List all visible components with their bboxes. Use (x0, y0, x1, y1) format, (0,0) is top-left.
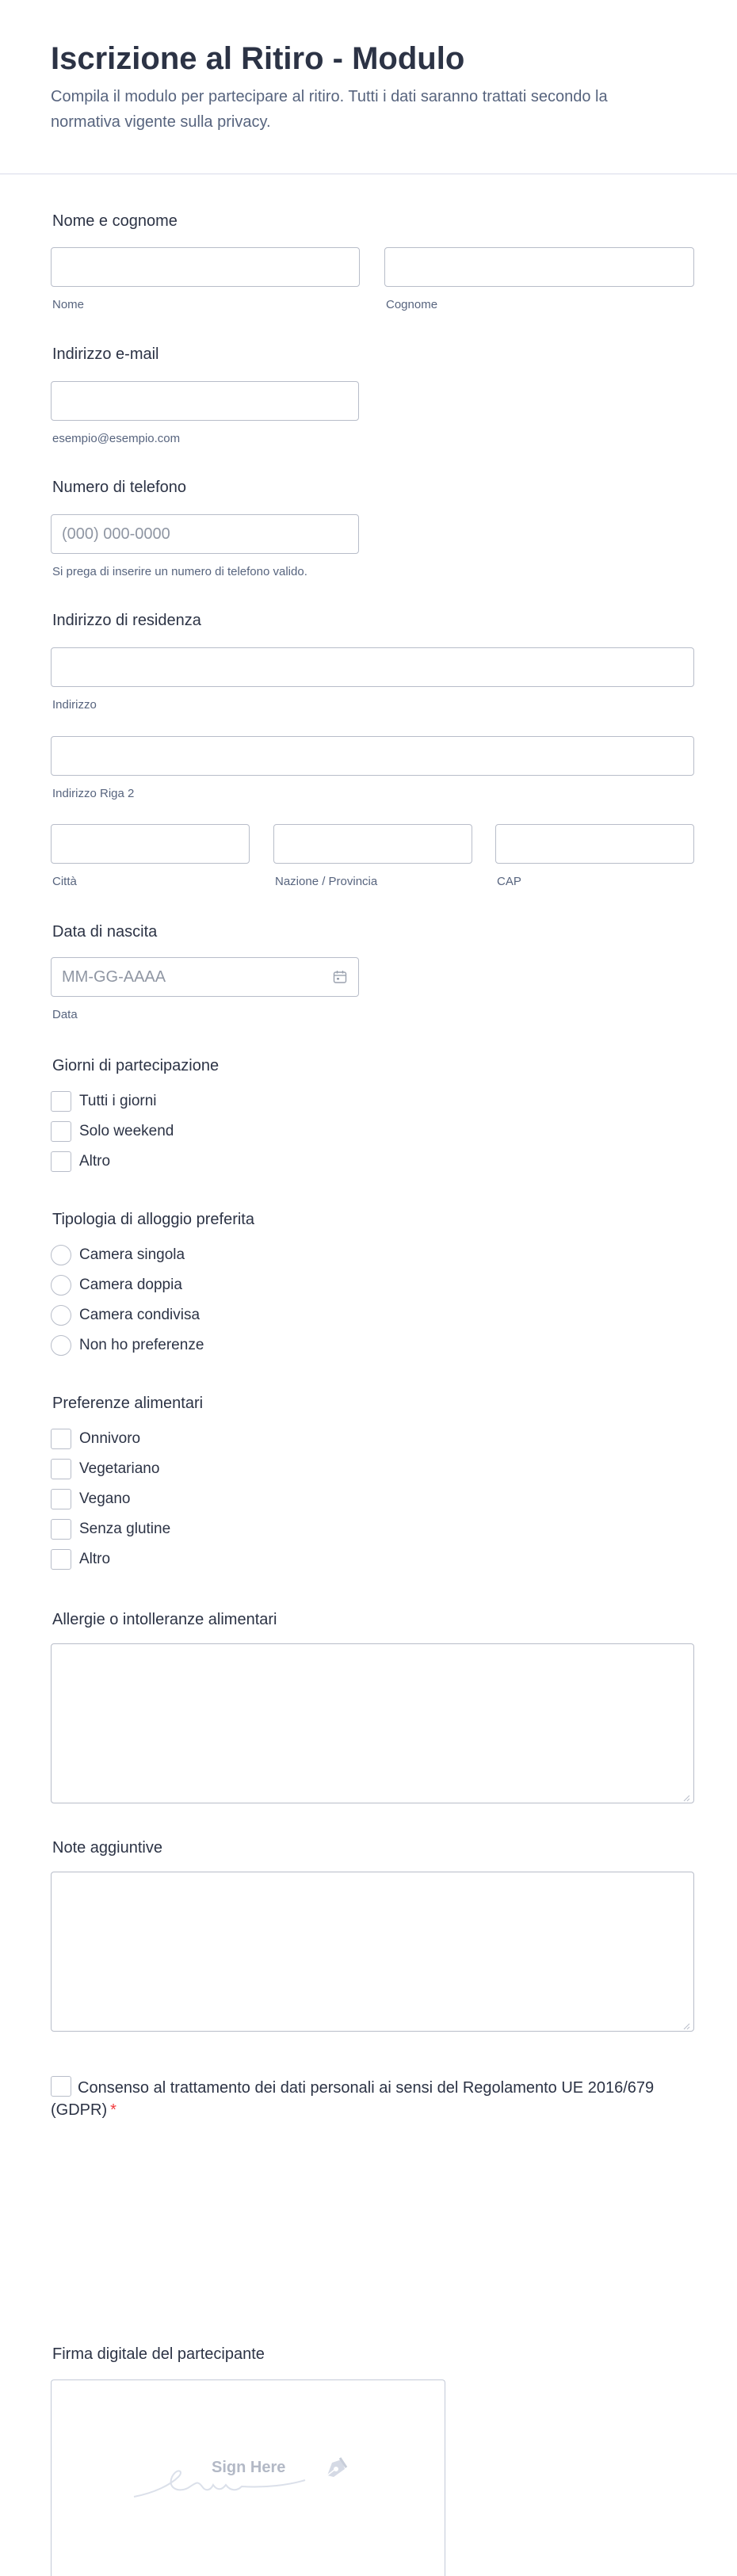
checkbox[interactable] (51, 1459, 71, 1479)
form-title: Iscrizione al Ritiro - Modulo (51, 41, 465, 76)
resize-handle-icon[interactable] (682, 1792, 690, 1802)
checkbox[interactable] (51, 1121, 71, 1142)
first-name-sublabel: Nome (52, 298, 85, 311)
option-label: Altro (79, 1551, 111, 1567)
address-line2-sublabel: Indirizzo Riga 2 (52, 787, 135, 800)
checkbox[interactable] (51, 1549, 71, 1570)
resize-handle-icon[interactable] (682, 2020, 690, 2030)
consent-checkbox[interactable] (51, 2076, 71, 2097)
days-label: Giorni di partecipazione (52, 1057, 220, 1074)
checkbox[interactable] (51, 1091, 71, 1112)
form-subtitle: Compila il modulo per partecipare al rit… (51, 88, 608, 131)
radio[interactable] (51, 1305, 71, 1326)
address-line2-input[interactable] (51, 736, 694, 776)
radio[interactable] (51, 1275, 71, 1296)
option-label: Non ho preferenze (79, 1337, 204, 1353)
option-label: Altro (79, 1153, 111, 1170)
birth-date-label: Data di nascita (52, 923, 158, 941)
option-label: Onnivoro (79, 1430, 141, 1447)
lodging-option[interactable]: Camera doppia (51, 1274, 182, 1296)
pen-nib-icon (321, 2452, 353, 2483)
notes-textarea[interactable] (51, 1872, 694, 2032)
address-line1-sublabel: Indirizzo (52, 698, 97, 712)
days-option[interactable]: Solo weekend (51, 1120, 174, 1143)
birth-date-placeholder: MM-GG-AAAA (62, 968, 166, 986)
address-label: Indirizzo di residenza (52, 612, 201, 629)
option-label: Camera condivisa (79, 1307, 200, 1323)
form-header: Iscrizione al Ritiro - Modulo Compila il… (0, 0, 737, 174)
option-label: Camera doppia (79, 1277, 182, 1293)
email-input[interactable] (51, 381, 359, 421)
lodging-option[interactable]: Camera condivisa (51, 1304, 200, 1326)
diet-label: Preferenze alimentari (52, 1395, 204, 1412)
phone-sublabel: Si prega di inserire un numero di telefo… (52, 565, 307, 578)
checkbox[interactable] (51, 1519, 71, 1540)
last-name-input[interactable] (384, 247, 694, 287)
address-line1-input[interactable] (51, 647, 694, 687)
phone-input[interactable]: (000) 000-0000 (51, 514, 359, 554)
checkbox[interactable] (51, 1429, 71, 1449)
allergies-label: Allergie o intolleranze alimentari (52, 1611, 277, 1628)
signature-label: Firma digitale del partecipante (52, 2345, 265, 2363)
option-label: Solo weekend (79, 1123, 174, 1139)
phone-placeholder: (000) 000-0000 (62, 525, 170, 543)
days-option[interactable]: Altro (51, 1151, 110, 1173)
option-label: Tutti i giorni (79, 1093, 157, 1109)
diet-option[interactable]: Altro (51, 1548, 110, 1570)
radio[interactable] (51, 1245, 71, 1265)
email-label: Indirizzo e-mail (52, 345, 159, 363)
email-sublabel: esempio@esempio.com (52, 432, 181, 445)
birth-date-sublabel: Data (52, 1008, 78, 1021)
full-name-label: Nome e cognome (52, 212, 178, 230)
phone-label: Numero di telefono (52, 479, 186, 496)
option-label: Senza glutine (79, 1521, 171, 1537)
diet-option[interactable]: Vegetariano (51, 1458, 159, 1480)
last-name-sublabel: Cognome (386, 298, 438, 311)
checkbox[interactable] (51, 1151, 71, 1172)
state-sublabel: Nazione / Provincia (275, 875, 378, 888)
option-label: Vegetariano (79, 1460, 160, 1477)
city-sublabel: Città (52, 875, 77, 888)
allergies-textarea[interactable] (51, 1643, 694, 1803)
option-label: Camera singola (79, 1246, 185, 1263)
notes-label: Note aggiuntive (52, 1839, 162, 1857)
state-input[interactable] (273, 824, 472, 864)
birth-date-input[interactable]: MM-GG-AAAA (51, 957, 359, 997)
consent-text: Consenso al trattamento dei dati persona… (51, 2079, 655, 2119)
required-mark: * (110, 2101, 116, 2119)
signature-pad[interactable]: Sign Here (51, 2379, 445, 2576)
gdpr-consent[interactable]: Consenso al trattamento dei dati persona… (51, 2076, 677, 2121)
lodging-label: Tipologia di alloggio preferita (52, 1211, 254, 1228)
zip-sublabel: CAP (497, 875, 521, 888)
checkbox[interactable] (51, 1489, 71, 1509)
diet-option[interactable]: Onnivoro (51, 1428, 140, 1450)
first-name-input[interactable] (51, 247, 360, 287)
lodging-option[interactable]: Non ho preferenze (51, 1334, 204, 1357)
sign-here-placeholder: Sign Here (212, 2459, 286, 2476)
lodging-option[interactable]: Camera singola (51, 1244, 185, 1266)
option-label: Vegano (79, 1490, 131, 1507)
diet-option[interactable]: Senza glutine (51, 1518, 170, 1540)
diet-option[interactable]: Vegano (51, 1488, 130, 1510)
calendar-icon[interactable] (333, 970, 347, 984)
city-input[interactable] (51, 824, 250, 864)
radio[interactable] (51, 1335, 71, 1356)
zip-input[interactable] (495, 824, 694, 864)
days-option[interactable]: Tutti i giorni (51, 1090, 157, 1112)
